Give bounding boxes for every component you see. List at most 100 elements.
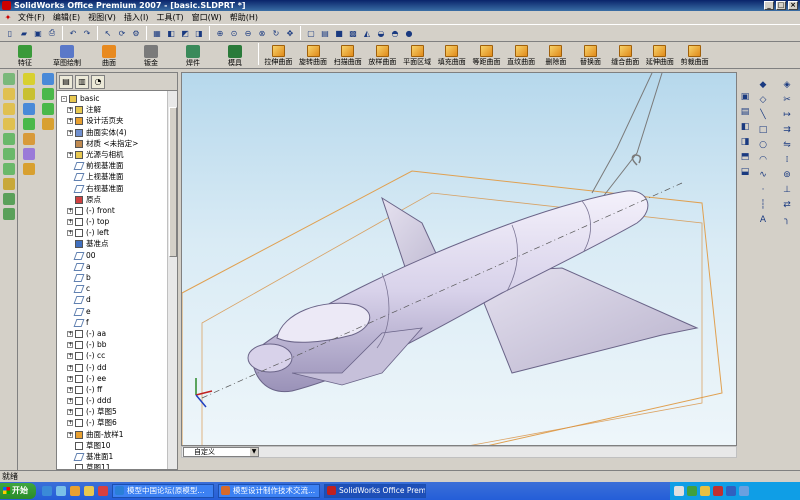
feature-manager-tab[interactable]: ▤ — [59, 74, 73, 89]
surface-tool-button[interactable]: 删除面 — [539, 43, 574, 69]
extrude-boss-icon[interactable] — [2, 73, 15, 85]
chamfer-icon[interactable] — [2, 148, 15, 160]
expand-toggle-icon[interactable]: + — [67, 375, 73, 382]
fillet-sketch-icon[interactable]: ╮ — [782, 215, 793, 226]
tray-security-icon[interactable] — [713, 486, 723, 496]
view-icon[interactable]: ◨ — [193, 27, 205, 39]
spline-icon[interactable]: ∿ — [758, 170, 769, 181]
surface-tool-button[interactable]: 扫描曲面 — [330, 43, 365, 69]
feature-tree-item[interactable]: - basic — [57, 93, 177, 104]
options-icon[interactable]: ⚙ — [130, 27, 142, 39]
menu-item[interactable]: 插入(I) — [120, 11, 153, 24]
feature-tree-item[interactable]: + (-) 草图5 — [57, 406, 177, 417]
axis-tool-icon[interactable]: ◇ — [758, 95, 769, 106]
convert-entities-icon[interactable]: ⇄ — [782, 200, 793, 211]
feature-tree-item[interactable]: e — [57, 306, 177, 317]
undo-icon[interactable]: ↶ — [67, 27, 79, 39]
zoom-area-icon[interactable]: ⊙ — [228, 27, 240, 39]
display-style-icon[interactable]: ◧ — [165, 27, 177, 39]
feature-tree-item[interactable]: f — [57, 317, 177, 328]
folder-icon[interactable] — [84, 486, 94, 496]
expand-toggle-icon[interactable]: + — [67, 386, 73, 393]
hidden-lines-icon[interactable]: ▤ — [319, 27, 331, 39]
spline-tool-icon[interactable] — [41, 88, 54, 100]
revolve-icon[interactable] — [2, 88, 15, 100]
feature-tree-item[interactable]: + (-) top — [57, 216, 177, 227]
menu-item[interactable]: 视图(V) — [84, 11, 120, 24]
axis-icon[interactable] — [23, 88, 35, 100]
feature-tree-item[interactable]: 材质 <未指定> — [57, 138, 177, 149]
expand-toggle-icon[interactable]: + — [67, 107, 73, 114]
command-manager-tab[interactable]: 焊件 — [172, 43, 214, 69]
combo-arrow-icon[interactable]: ▼ — [250, 448, 258, 456]
feature-tree-item[interactable]: + (-) ee — [57, 373, 177, 384]
feature-tree-item[interactable]: + (-) cc — [57, 350, 177, 361]
curve-icon[interactable] — [23, 133, 35, 145]
tray-network-icon[interactable] — [687, 486, 697, 496]
line-tool-icon[interactable] — [41, 73, 54, 85]
feature-tree-item[interactable]: d — [57, 294, 177, 305]
media-icon[interactable] — [70, 486, 80, 496]
mirror-entities-icon[interactable]: ⇋ — [782, 140, 793, 151]
section-view-icon[interactable]: ◩ — [179, 27, 191, 39]
tray-clock-icon[interactable] — [739, 486, 749, 496]
view-orientation-combo[interactable]: 自定义 ▼ — [183, 447, 259, 457]
appearance-icon[interactable]: ● — [403, 27, 415, 39]
feature-tree-item[interactable]: + (-) front — [57, 205, 177, 216]
circular-pattern-icon[interactable]: ⊚ — [782, 170, 793, 181]
zoom-selection-icon[interactable]: ⊗ — [256, 27, 268, 39]
taskbar-task-button[interactable]: SolidWorks Office Premiu... — [324, 484, 426, 498]
menu-item[interactable]: 编辑(E) — [49, 11, 84, 24]
expand-toggle-icon[interactable]: - — [61, 96, 67, 102]
feature-tree-item[interactable]: 原点 — [57, 194, 177, 205]
feature-tree-item[interactable]: + (-) bb — [57, 339, 177, 350]
wireframe-icon[interactable]: ▢ — [305, 27, 317, 39]
surface-tool-button[interactable]: 放样曲面 — [365, 43, 400, 69]
expand-toggle-icon[interactable]: + — [67, 330, 73, 337]
expand-toggle-icon[interactable]: + — [67, 118, 73, 125]
command-manager-tab[interactable]: 模具 — [214, 43, 256, 69]
rebuild-icon[interactable]: ⟳ — [116, 27, 128, 39]
expand-toggle-icon[interactable]: + — [67, 409, 73, 416]
expand-toggle-icon[interactable]: + — [67, 151, 73, 158]
feature-tree-item[interactable]: + (-) ff — [57, 384, 177, 395]
fillet-icon[interactable] — [2, 133, 15, 145]
viewport-horizontal-scrollbar[interactable] — [181, 446, 737, 458]
feature-tree-item[interactable]: + (-) left — [57, 227, 177, 238]
zoom-to-fit-icon[interactable]: ⊕ — [214, 27, 226, 39]
menu-item[interactable]: 文件(F) — [14, 11, 49, 24]
left-view-icon[interactable]: ◧ — [740, 122, 751, 133]
command-manager-tab[interactable]: 特征 — [4, 43, 46, 69]
smart-dimension-icon[interactable]: ◈ — [782, 80, 793, 91]
point-tool-icon[interactable] — [41, 103, 54, 115]
browser-icon[interactable] — [42, 486, 52, 496]
taskbar-task-button[interactable]: 模型设计制作技术交流... — [218, 484, 320, 498]
feature-tree-item[interactable]: 上视基准面 — [57, 171, 177, 182]
tray-app-icon[interactable] — [674, 486, 684, 496]
text-icon[interactable]: A — [758, 215, 769, 226]
surface-tool-button[interactable]: 替换面 — [573, 43, 608, 69]
linear-pattern-icon[interactable]: ⁞ — [782, 155, 793, 166]
pan-icon[interactable]: ✥ — [284, 27, 296, 39]
feature-tree-item[interactable]: + (-) ddd — [57, 395, 177, 406]
expand-toggle-icon[interactable]: + — [67, 431, 73, 438]
bottom-view-icon[interactable]: ⬓ — [740, 167, 751, 178]
taskbar-task-button[interactable]: 模型中国论坛(原模型... — [112, 484, 214, 498]
trim-icon[interactable]: ✂ — [782, 95, 793, 106]
feature-tree-item[interactable]: 00 — [57, 250, 177, 261]
offset-icon[interactable]: ⇉ — [782, 125, 793, 136]
centerline-icon[interactable]: ┆ — [758, 200, 769, 211]
expand-toggle-icon[interactable]: + — [67, 420, 73, 427]
minimize-button[interactable]: _ — [764, 1, 774, 10]
tree-scrollbar-thumb[interactable] — [169, 107, 177, 257]
expand-toggle-icon[interactable]: + — [67, 364, 73, 371]
surface-tool-button[interactable]: 填充曲面 — [434, 43, 469, 69]
solidworks-menu-icon[interactable]: ✦ — [2, 12, 14, 24]
circle-icon[interactable]: ○ — [758, 140, 769, 151]
desktop-icon[interactable] — [56, 486, 66, 496]
front-view-icon[interactable]: ▣ — [740, 92, 751, 103]
point-tool-icon[interactable]: · — [758, 185, 769, 196]
mirror-icon[interactable] — [2, 193, 15, 205]
feature-tree-item[interactable]: 基准点 — [57, 238, 177, 249]
surface-tool-button[interactable]: 旋转曲面 — [296, 43, 331, 69]
